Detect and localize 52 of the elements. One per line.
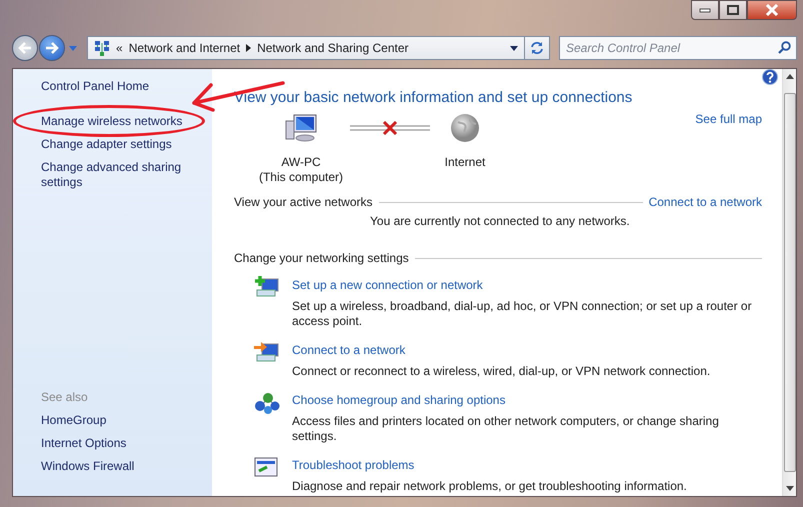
connect-link[interactable]: Connect to a network — [648, 193, 762, 211]
see-also-heading: See also — [41, 389, 89, 406]
minimize-icon — [699, 7, 711, 13]
task-link[interactable]: Set up a new connection or network — [292, 276, 483, 294]
help-icon[interactable] — [762, 69, 778, 85]
back-arrow-icon — [18, 42, 32, 54]
task-link[interactable]: Connect to a network — [292, 341, 406, 359]
task-link[interactable]: Troubleshoot problems — [292, 456, 414, 474]
dropdown-arrow-icon[interactable] — [510, 46, 518, 50]
node-label: Internet — [444, 155, 486, 170]
status-message: You are currently not connected to any networks. — [370, 213, 631, 230]
sidebar-link[interactable]: Control Panel Home — [41, 79, 212, 94]
sidebar-link[interactable]: Change advanced sharing settings — [41, 160, 191, 190]
forward-arrow-icon — [45, 42, 59, 54]
sidebar-link[interactable]: Internet Options — [41, 436, 212, 451]
maximize-icon — [727, 5, 739, 15]
sidebar-link[interactable]: Change adapter settings — [41, 137, 212, 152]
breadcrumb-item[interactable]: Network and Sharing Center — [257, 39, 409, 57]
globe-icon — [450, 113, 480, 143]
homegroup-icon — [254, 391, 280, 415]
close-button[interactable] — [747, 0, 797, 20]
node-label: (This computer) — [258, 170, 344, 185]
see-full-map-link[interactable]: See full map — [695, 110, 762, 128]
task-link[interactable]: Choose homegroup and sharing options — [292, 391, 506, 409]
close-icon — [765, 4, 779, 16]
refresh-button[interactable] — [524, 36, 550, 60]
search-field[interactable]: Search Control Panel — [559, 36, 797, 60]
sidebar-link[interactable]: Manage wireless networks — [41, 114, 212, 129]
computer-icon — [284, 113, 318, 143]
address-bar[interactable]: « Network and Internet Network and Sharing Center — [87, 36, 525, 60]
sidebar-link[interactable]: HomeGroup — [41, 413, 212, 428]
section-title: View your active networks — [234, 194, 373, 211]
breadcrumb-overflow[interactable]: « — [116, 39, 123, 57]
minimize-button[interactable] — [691, 0, 719, 20]
maximize-button[interactable] — [719, 0, 747, 20]
scroll-up-icon[interactable] — [786, 74, 794, 79]
forward-button[interactable] — [39, 35, 65, 61]
breadcrumb-arrow-icon[interactable] — [246, 44, 252, 52]
task-description: Set up a wireless, broadband, dial-up, ad hoc, or VPN connection; or set up a router or access point. — [292, 299, 753, 329]
node-label: AW-PC — [281, 155, 321, 170]
back-button[interactable] — [12, 35, 38, 61]
section-title: Change your networking settings — [234, 250, 409, 267]
scrollbar-thumb[interactable] — [784, 93, 796, 472]
breadcrumb-item[interactable]: Network and Internet — [128, 39, 240, 57]
scroll-down-icon[interactable] — [786, 486, 794, 491]
task-description: Connect or reconnect to a wireless, wired, dial-up, or VPN network connection. — [292, 364, 710, 379]
network-icon — [94, 40, 110, 56]
search-icon[interactable] — [778, 41, 791, 54]
refresh-icon — [529, 41, 545, 55]
task-description: Access files and printers located on other network computers, or change sharing settings. — [292, 414, 720, 444]
sidebar-link[interactable]: Windows Firewall — [41, 459, 212, 474]
task-description: Diagnose and repair network problems, or get troubleshooting information. — [292, 479, 687, 494]
